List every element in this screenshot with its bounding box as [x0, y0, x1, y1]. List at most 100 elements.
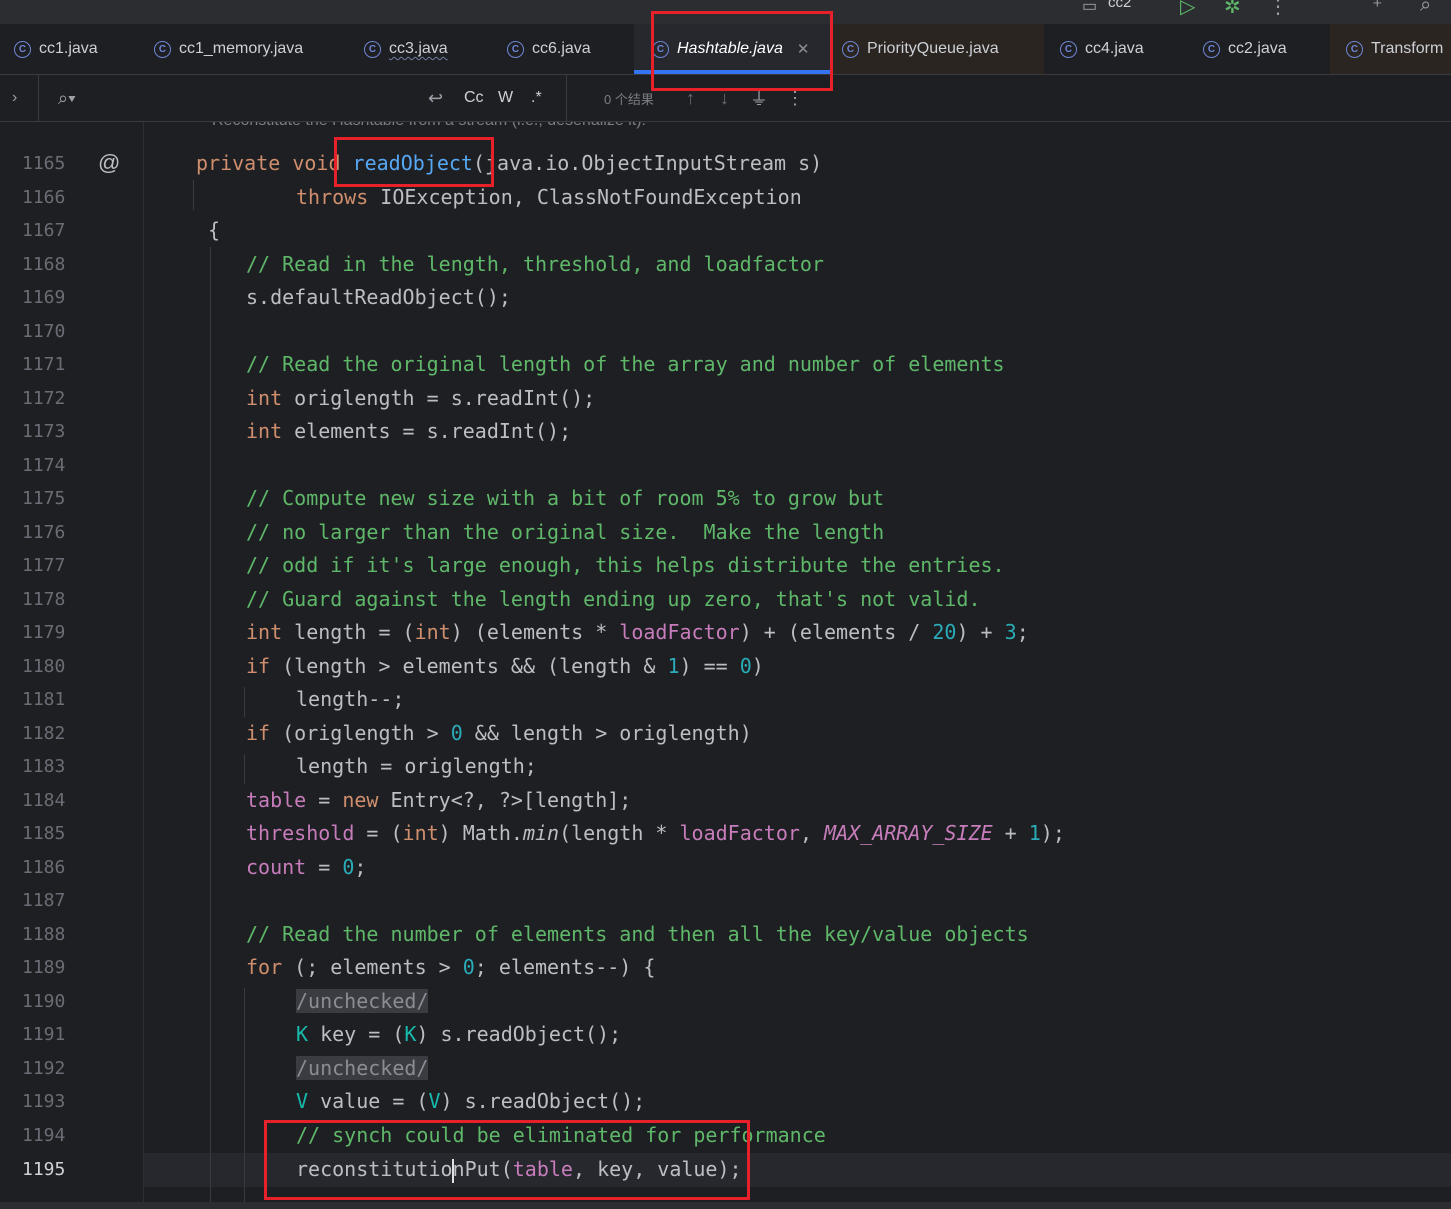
more-icon[interactable]: ⋮	[1268, 0, 1288, 19]
tab-transform[interactable]: C Transform	[1330, 24, 1451, 74]
whole-words-toggle[interactable]: W	[498, 75, 513, 121]
new-line-icon[interactable]: ↩	[428, 75, 443, 121]
regex-toggle[interactable]: .*	[531, 75, 542, 121]
close-icon[interactable]: ✕	[797, 40, 810, 58]
search-icon[interactable]: ⌕▾	[58, 75, 76, 121]
line-number[interactable]: 1165	[22, 147, 82, 181]
run-config-label[interactable]: cc2	[1108, 0, 1131, 11]
line-number-gutter: @ 1165 1166 1167 1168 1169 1170 1171 1172 1173 11…	[0, 122, 144, 1202]
line-number[interactable]: 1187	[22, 884, 82, 918]
code-line: K key = (K) s.readObject();	[296, 1022, 622, 1046]
class-icon: C	[507, 40, 524, 58]
code-line: length--;	[296, 687, 405, 711]
previous-occurrence-icon[interactable]: ↑	[686, 75, 695, 121]
divider	[566, 75, 567, 121]
line-number[interactable]: 1194	[22, 1119, 82, 1153]
code-line: // no larger than the original size. Mak…	[246, 520, 885, 544]
code-line: s.defaultReadObject();	[246, 285, 511, 309]
search-results-count: 0 个结果	[604, 91, 654, 107]
line-number[interactable]: 1180	[22, 650, 82, 684]
line-number[interactable]: 1171	[22, 348, 82, 382]
code-line: table = new Entry<?, ?>[length];	[246, 788, 632, 812]
override-marker-icon[interactable]: @	[98, 150, 120, 176]
line-number[interactable]: 1189	[22, 951, 82, 985]
code-line: // Guard against the length ending up ze…	[246, 587, 981, 611]
line-number[interactable]: 1166	[22, 181, 82, 215]
code-editor[interactable]: @ 1165 1166 1167 1168 1169 1170 1171 1172 1173 11…	[0, 122, 1451, 1202]
find-bar: › ⌕▾ ↩ Cc W .* 0 个结果 ↑ ↓ ⏚ ⋮	[0, 75, 1451, 122]
line-number[interactable]: 1168	[22, 248, 82, 282]
code-line: // Read the number of elements and then …	[246, 922, 1029, 946]
search-everywhere-icon[interactable]: ⌕	[1420, 0, 1431, 17]
line-number[interactable]: 1173	[22, 415, 82, 449]
filter-icon[interactable]: ⏚	[750, 75, 768, 121]
text-caret	[451, 1158, 454, 1183]
code-line: // Compute new size with a bit of room 5…	[246, 486, 885, 510]
line-number[interactable]: 1170	[22, 315, 82, 349]
code-line: // Read the original length of the array…	[246, 352, 1005, 376]
divider	[38, 75, 39, 121]
tab-cc1-memory[interactable]: C cc1_memory.java	[154, 24, 344, 74]
code-line: threshold = (int) Math.min(length * load…	[246, 821, 1065, 845]
expand-replace-icon[interactable]: ›	[12, 75, 17, 121]
add-user-icon[interactable]: ⁺	[1372, 0, 1383, 19]
tab-cc4[interactable]: C cc4.java	[1060, 24, 1190, 74]
line-number[interactable]: 1192	[22, 1052, 82, 1086]
doc-comment-partial: Reconstitute the Hashtable from a stream…	[212, 122, 646, 130]
line-number[interactable]: 1185	[22, 817, 82, 851]
line-number[interactable]: 1186	[22, 851, 82, 885]
line-number[interactable]: 1191	[22, 1018, 82, 1052]
line-number[interactable]: 1184	[22, 784, 82, 818]
code-line: if (origlength > 0 && length > origlengt…	[246, 721, 752, 745]
code-line: // Read in the length, threshold, and lo…	[246, 252, 824, 276]
more-options-icon[interactable]: ⋮	[786, 75, 804, 121]
line-number[interactable]: 1179	[22, 616, 82, 650]
line-number[interactable]: 1181	[22, 683, 82, 717]
class-icon: C	[652, 40, 669, 58]
run-config-icon[interactable]: ▭	[1082, 0, 1097, 16]
tab-hashtable[interactable]: C Hashtable.java ✕	[634, 24, 830, 74]
code-line: count = 0;	[246, 855, 367, 879]
tab-label: Transform	[1371, 40, 1444, 57]
class-icon: C	[14, 40, 31, 58]
line-number[interactable]: 1193	[22, 1085, 82, 1119]
code-line: // odd if it's large enough, this helps …	[246, 553, 1005, 577]
tab-priorityqueue[interactable]: C PriorityQueue.java	[832, 24, 1044, 74]
line-number[interactable]: 1174	[22, 449, 82, 483]
line-number[interactable]: 1178	[22, 583, 82, 617]
tab-cc3[interactable]: C cc3.java	[364, 24, 490, 74]
class-icon: C	[364, 40, 381, 58]
class-icon: C	[1060, 40, 1077, 58]
line-number[interactable]: 1172	[22, 382, 82, 416]
tab-cc6[interactable]: C cc6.java	[507, 24, 627, 74]
title-toolbar-strip: ▭ cc2 ▷ ✲ ⋮ ⁺ ⌕	[0, 0, 1451, 24]
tab-cc2[interactable]: C cc2.java	[1203, 24, 1323, 74]
line-number[interactable]: 1169	[22, 281, 82, 315]
run-icon[interactable]: ▷	[1180, 0, 1195, 19]
line-number[interactable]: 1195	[22, 1153, 82, 1187]
class-icon: C	[154, 40, 171, 58]
match-case-toggle[interactable]: Cc	[464, 75, 484, 121]
line-number[interactable]: 1188	[22, 918, 82, 952]
indent-guide	[193, 180, 194, 210]
tab-label: cc4.java	[1085, 40, 1144, 57]
code-line: length = origlength;	[296, 754, 537, 778]
line-number[interactable]: 1177	[22, 549, 82, 583]
indent-guide	[244, 754, 245, 784]
code-line: // synch could be eliminated for perform…	[296, 1123, 826, 1147]
tab-label: cc1.java	[39, 40, 98, 57]
debug-icon[interactable]: ✲	[1224, 0, 1241, 19]
line-number[interactable]: 1167	[22, 214, 82, 248]
line-number[interactable]: 1190	[22, 985, 82, 1019]
indent-guide	[244, 687, 245, 717]
code-line: {	[208, 218, 221, 242]
line-number[interactable]: 1182	[22, 717, 82, 751]
line-number[interactable]: 1176	[22, 516, 82, 550]
code-line: int origlength = s.readInt();	[246, 386, 596, 410]
tab-label: cc3.java	[389, 40, 448, 57]
tab-label: cc2.java	[1228, 40, 1287, 57]
line-number[interactable]: 1183	[22, 750, 82, 784]
next-occurrence-icon[interactable]: ↓	[720, 75, 729, 121]
tab-cc1[interactable]: C cc1.java	[14, 24, 140, 74]
line-number[interactable]: 1175	[22, 482, 82, 516]
